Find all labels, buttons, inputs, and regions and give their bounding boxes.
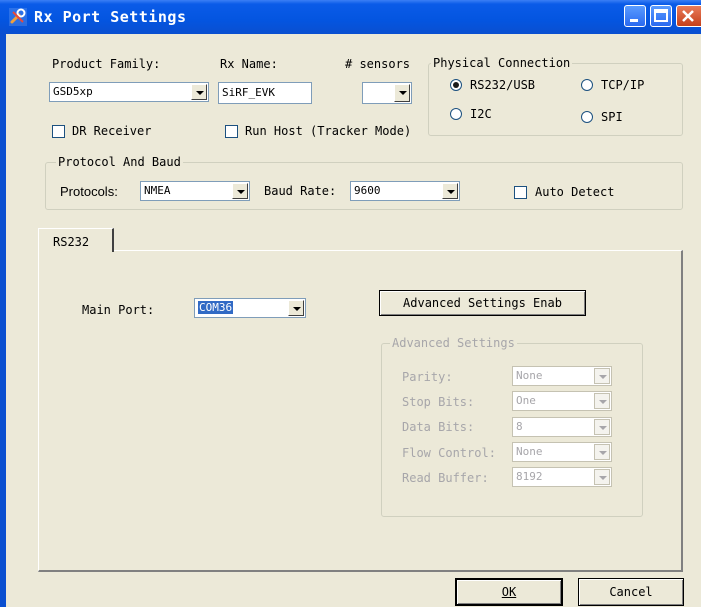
advanced-settings-enable-label: Advanced Settings Enab [403,296,562,310]
parity-value: None [516,369,543,382]
radio-tcp-ip[interactable] [581,79,593,91]
read-buffer-select[interactable]: 8192 [512,467,612,487]
sensors-label: # sensors [345,57,411,71]
chevron-down-icon[interactable] [594,444,610,460]
protocols-select[interactable]: NMEA [140,181,250,201]
window-title: Rx Port Settings [34,8,187,26]
read-buffer-label: Read Buffer: [402,471,489,485]
rx-port-settings-window: Rx Port Settings Product Family: GSD5xp … [0,0,701,607]
data-bits-select[interactable]: 8 [512,417,612,437]
radio-spi[interactable] [581,111,593,123]
protocol-baud-title: Protocol And Baud [56,155,183,169]
radio-i2c-label: I2C [470,107,492,121]
stop-bits-select[interactable]: One [512,391,612,411]
flow-control-select[interactable]: None [512,442,612,462]
tab-rs232[interactable]: RS232 [38,228,114,252]
chevron-down-icon[interactable] [394,84,410,102]
protocols-label: Protocols: [60,184,118,199]
stop-bits-value: One [516,394,536,407]
chevron-down-icon[interactable] [191,84,207,100]
close-icon [682,10,694,22]
auto-detect-label: Auto Detect [535,185,615,199]
parity-label: Parity: [402,370,453,384]
close-button[interactable] [676,5,701,27]
flow-control-label: Flow Control: [402,446,496,460]
ok-button[interactable]: OK [455,578,563,606]
window-left-border [0,34,6,607]
chevron-down-icon[interactable] [442,183,458,199]
chevron-down-icon[interactable] [288,300,304,316]
radio-i2c[interactable] [450,108,462,120]
protocols-value: NMEA [144,184,171,197]
physical-connection-group: Physical Connection [428,56,683,136]
baud-rate-value: 9600 [354,184,381,197]
cancel-button[interactable]: Cancel [578,578,684,606]
data-bits-value: 8 [516,420,523,433]
run-host-checkbox[interactable] [225,125,238,138]
radio-tcp-ip-label: TCP/IP [601,78,645,92]
cancel-label: Cancel [609,585,653,599]
radio-rs232-usb-label: RS232/USB [470,78,536,92]
dr-receiver-checkbox[interactable] [52,125,65,138]
radio-rs232-usb[interactable] [450,79,462,91]
stop-bits-label: Stop Bits: [402,395,475,409]
main-port-select[interactable]: COM36 [194,298,306,318]
dr-receiver-label: DR Receiver [72,124,152,138]
rx-name-field[interactable]: SiRF_EVK [218,82,312,104]
baud-rate-select[interactable]: 9600 [350,181,460,201]
minimize-button[interactable] [624,5,646,27]
chevron-down-icon[interactable] [594,368,610,384]
main-port-label: Main Port: [82,303,155,317]
maximize-button[interactable] [650,5,672,27]
wrench-icon [9,8,27,26]
product-family-select[interactable]: GSD5xp [49,82,209,102]
flow-control-value: None [516,445,543,458]
sensors-select[interactable] [362,82,412,104]
data-bits-label: Data Bits: [402,420,475,434]
advanced-settings-enable-button[interactable]: Advanced Settings Enab [379,290,586,316]
advanced-settings-title: Advanced Settings [390,336,517,350]
product-family-label: Product Family: [52,57,161,71]
tab-rs232-label: RS232 [53,235,90,249]
physical-connection-title: Physical Connection [431,56,573,70]
parity-select[interactable]: None [512,366,612,386]
run-host-label: Run Host (Tracker Mode) [245,124,412,138]
maximize-icon [654,9,668,22]
baud-rate-label: Baud Rate: [264,184,337,198]
chevron-down-icon[interactable] [594,393,610,409]
rx-name-label: Rx Name: [220,57,278,71]
main-port-value: COM36 [198,301,234,314]
minimize-icon [630,19,638,22]
chevron-down-icon[interactable] [594,419,610,435]
rx-name-value: SiRF_EVK [222,86,275,99]
chevron-down-icon[interactable] [232,183,248,199]
ok-label: OK [501,585,517,599]
chevron-down-icon[interactable] [594,469,610,485]
read-buffer-value: 8192 [516,470,543,483]
radio-spi-label: SPI [601,110,623,124]
auto-detect-checkbox[interactable] [514,186,527,199]
product-family-value: GSD5xp [53,85,93,98]
title-bar[interactable]: Rx Port Settings [0,0,701,34]
